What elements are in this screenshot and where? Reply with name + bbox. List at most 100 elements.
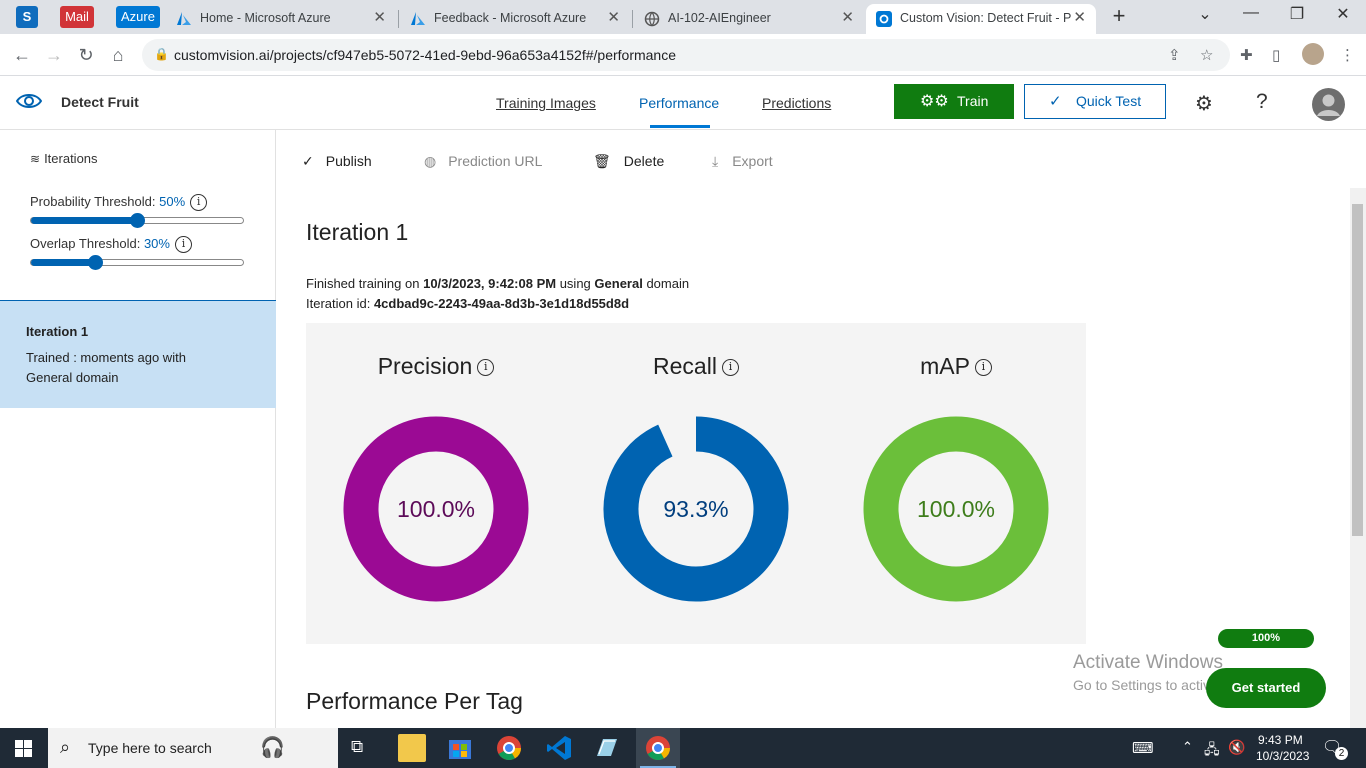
- azure-icon: [411, 12, 425, 25]
- tab-feedback-azure[interactable]: Feedback - Microsoft Azure ✕: [400, 4, 630, 34]
- user-avatar[interactable]: [1312, 88, 1345, 121]
- window-close-button[interactable]: ✕: [1333, 4, 1353, 24]
- probability-threshold-value: 50%: [159, 194, 186, 209]
- close-icon[interactable]: ✕: [373, 4, 386, 32]
- task-view-icon[interactable]: ⧉: [351, 737, 363, 757]
- notification-center[interactable]: 🗨 2: [1322, 737, 1348, 760]
- progress-badge: 100%: [1218, 629, 1314, 648]
- export-button[interactable]: ⤓ Export: [712, 153, 773, 170]
- train-button[interactable]: ⚙⚙ Train: [894, 84, 1014, 119]
- scrollbar-thumb[interactable]: [1352, 204, 1363, 536]
- slider-handle[interactable]: [87, 255, 103, 270]
- back-button[interactable]: ←: [10, 43, 34, 67]
- project-title: Detect Fruit: [61, 94, 139, 110]
- precision-value: 100.0%: [397, 496, 475, 522]
- info-icon[interactable]: i: [190, 194, 208, 212]
- iteration-heading: Iteration 1: [306, 219, 409, 245]
- side-panel-icon[interactable]: ▯: [1272, 46, 1280, 64]
- chevron-down-icon[interactable]: ⌄: [1195, 4, 1215, 24]
- overlap-threshold-label: Overlap Threshold: 30% i: [30, 236, 192, 254]
- iteration-name: Iteration 1: [26, 324, 89, 339]
- chevron-up-icon[interactable]: ⌃: [1182, 739, 1193, 755]
- overlap-threshold-value: 30%: [143, 236, 170, 251]
- precision-title: Precision i: [326, 353, 546, 380]
- iteration-trained-text: Trained : moments ago with: [26, 350, 186, 365]
- maximize-button[interactable]: ❐: [1287, 4, 1307, 24]
- training-info-line: Finished training on 10/3/2023, 9:42:08 …: [306, 276, 690, 291]
- search-placeholder: Type here to search: [88, 740, 212, 756]
- close-icon[interactable]: ✕: [1073, 4, 1086, 32]
- info-icon[interactable]: i: [974, 359, 992, 377]
- page-scrollbar[interactable]: [1350, 188, 1366, 728]
- help-icon[interactable]: ?: [1256, 90, 1268, 114]
- search-highlight-icon: 🎧: [260, 737, 285, 759]
- publish-button[interactable]: ✓ Publish: [302, 153, 372, 170]
- quick-test-button[interactable]: ✓ Quick Test: [1024, 84, 1166, 119]
- delete-button[interactable]: 🗑 Delete: [593, 153, 664, 170]
- tab-training-images[interactable]: Training Images: [496, 95, 596, 111]
- info-icon[interactable]: i: [721, 359, 739, 377]
- slider-handle[interactable]: [130, 213, 145, 228]
- overlap-threshold-slider[interactable]: [30, 255, 244, 270]
- close-icon[interactable]: ✕: [841, 4, 854, 32]
- recall-value: 93.3%: [663, 496, 728, 522]
- prediction-url-button[interactable]: ◍ Prediction URL: [424, 153, 542, 170]
- active-tab-indicator: [650, 125, 710, 128]
- forward-button[interactable]: →: [42, 43, 66, 67]
- precision-donut: 100.0%: [343, 416, 529, 602]
- info-icon[interactable]: i: [477, 359, 495, 377]
- profile-avatar[interactable]: [1302, 43, 1324, 65]
- tab-ai102[interactable]: AI-102-AIEngineer ✕: [634, 4, 864, 34]
- tab-home-azure[interactable]: Home - Microsoft Azure ✕: [166, 4, 396, 34]
- slider-fill: [31, 217, 137, 224]
- home-button[interactable]: ⌂: [106, 43, 130, 67]
- tab-predictions[interactable]: Predictions: [762, 95, 831, 111]
- address-bar: ← → ↻ ⌂ 🔒 customvision.ai/projects/cf947…: [0, 34, 1366, 76]
- clock-time[interactable]: 9:43 PM: [1258, 733, 1303, 747]
- tab-title: Home - Microsoft Azure: [200, 11, 331, 25]
- performance-per-tag-heading: Performance Per Tag: [306, 688, 523, 714]
- bookmark-s[interactable]: S: [16, 6, 38, 28]
- volume-icon[interactable]: 🔇: [1228, 739, 1245, 756]
- close-icon[interactable]: ✕: [607, 4, 620, 32]
- windows-start-icon[interactable]: [15, 740, 32, 757]
- tab-title: Custom Vision: Detect Fruit - P: [900, 11, 1072, 25]
- tab-title: AI-102-AIEngineer: [668, 11, 771, 25]
- iteration-list-item[interactable]: Iteration 1 Trained : moments ago with G…: [0, 300, 276, 408]
- clock-date[interactable]: 10/3/2023: [1256, 749, 1309, 763]
- url-bar[interactable]: 🔒 customvision.ai/projects/cf947eb5-5072…: [142, 39, 1230, 71]
- taskbar-active-chrome[interactable]: [636, 728, 680, 768]
- finished-date: 10/3/2023, 9:42:08 PM: [423, 276, 557, 291]
- reload-button[interactable]: ↻: [74, 43, 98, 67]
- eye-icon[interactable]: [16, 91, 42, 111]
- vscode-icon[interactable]: [545, 734, 573, 762]
- iterations-header: ≋ Iterations: [30, 151, 98, 166]
- tab-custom-vision[interactable]: Custom Vision: Detect Fruit - P ✕: [866, 4, 1096, 34]
- star-icon[interactable]: ☆: [1200, 46, 1213, 64]
- extensions-icon[interactable]: ✚: [1240, 46, 1253, 64]
- recall-title: Recall i: [586, 353, 806, 380]
- new-tab-button[interactable]: +: [1109, 3, 1129, 29]
- keyboard-icon[interactable]: ⌨: [1132, 739, 1154, 757]
- file-explorer-icon[interactable]: [398, 734, 426, 762]
- share-icon[interactable]: ⇪: [1168, 46, 1181, 64]
- bookmark-azure[interactable]: Azure: [116, 6, 160, 28]
- probability-threshold-slider[interactable]: [30, 213, 244, 228]
- map-donut: 100.0%: [863, 416, 1049, 602]
- microsoft-store-icon[interactable]: [446, 734, 474, 762]
- tab-divider: [398, 10, 399, 28]
- probability-threshold-label: Probability Threshold: 50% i: [30, 194, 208, 212]
- settings-gear-icon[interactable]: ⚙: [1195, 91, 1213, 116]
- info-icon[interactable]: i: [174, 236, 192, 254]
- train-label: Train: [957, 93, 989, 109]
- bookmark-mail[interactable]: Mail: [60, 6, 94, 28]
- minimize-button[interactable]: —: [1241, 4, 1261, 22]
- tab-performance[interactable]: Performance: [639, 95, 719, 111]
- taskbar-search[interactable]: ⌕ Type here to search 🎧: [48, 728, 338, 768]
- get-started-button[interactable]: Get started: [1206, 668, 1326, 708]
- notes-app-icon[interactable]: [593, 734, 621, 762]
- menu-dots-icon[interactable]: ⋮: [1340, 46, 1355, 64]
- chrome-icon[interactable]: [495, 734, 523, 762]
- network-icon[interactable]: 🖧: [1204, 739, 1220, 763]
- download-icon: ⤓: [712, 153, 719, 169]
